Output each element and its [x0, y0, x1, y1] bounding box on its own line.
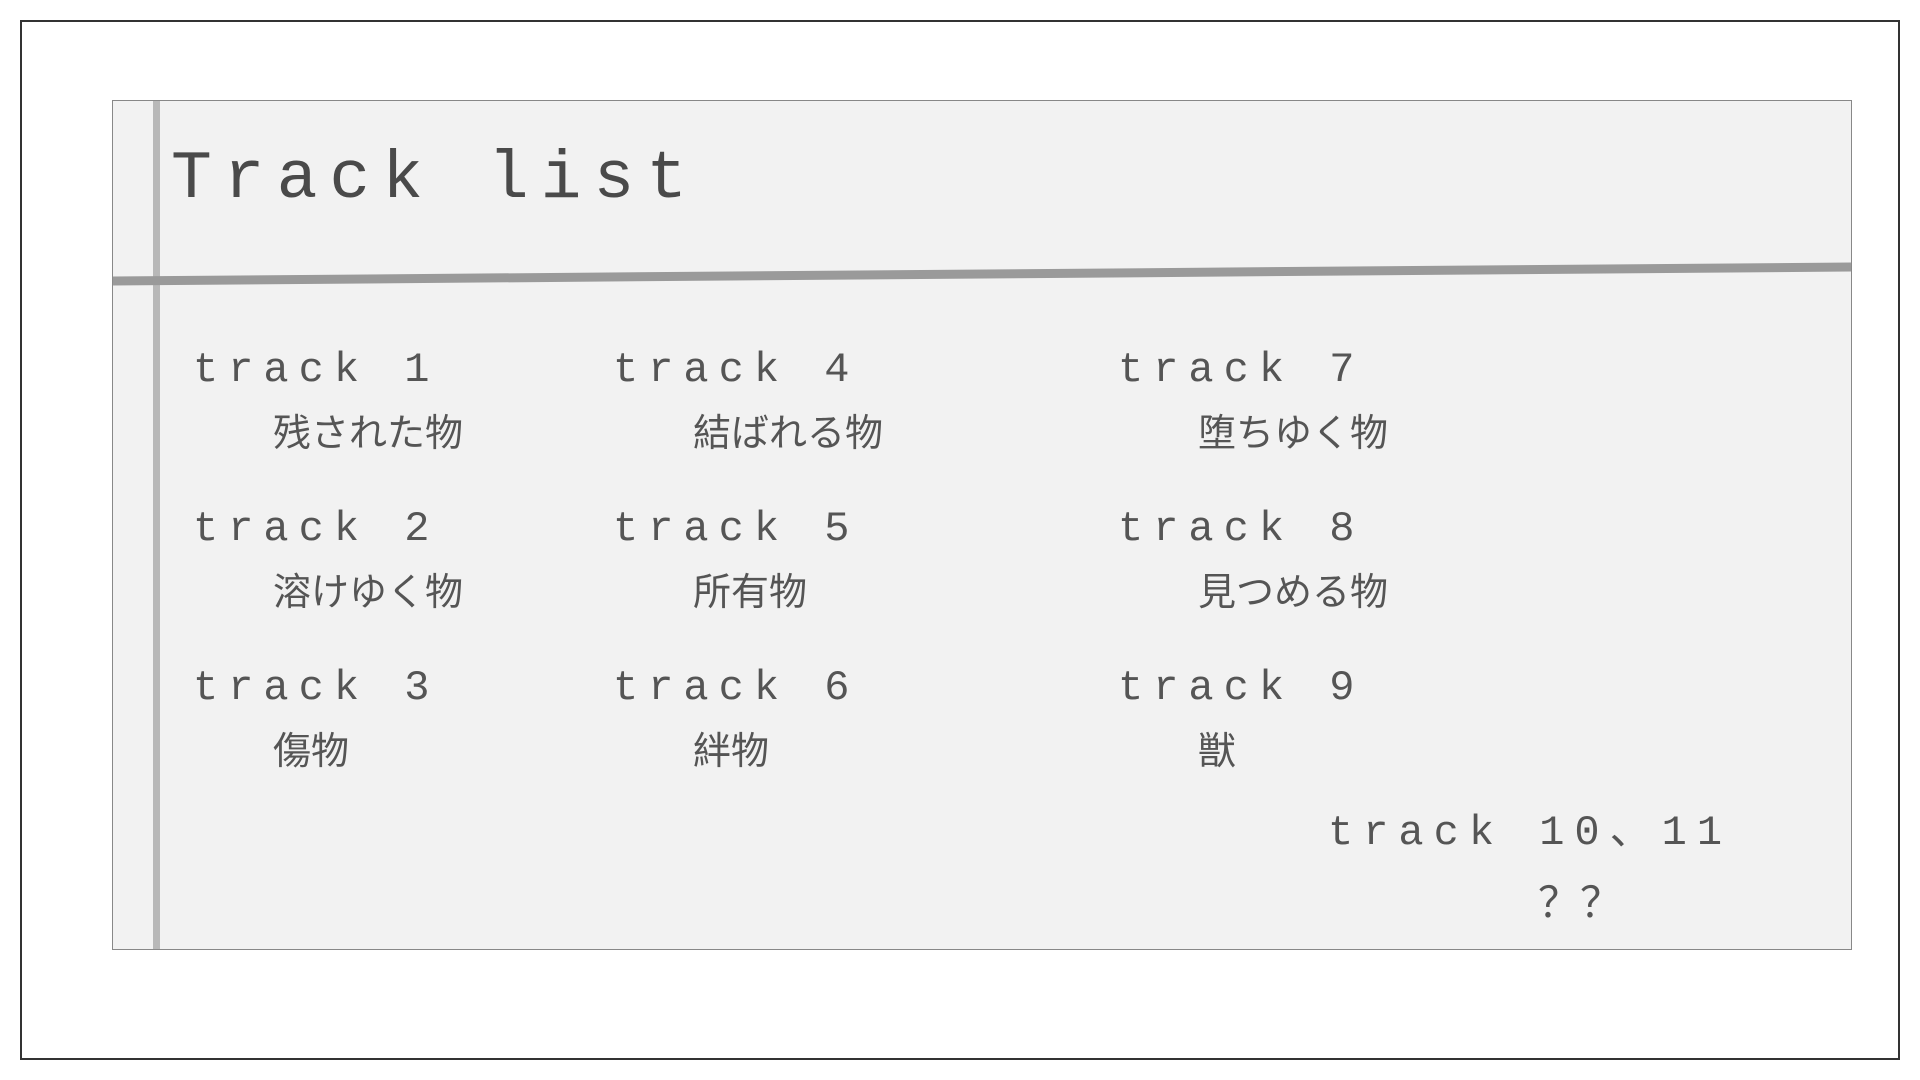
track-name: 絆物	[693, 720, 883, 775]
page-title: Track list	[171, 141, 699, 218]
track-name: 獣	[1198, 720, 1388, 775]
track-label: track 5	[613, 505, 883, 553]
track-item: track 6 絆物	[613, 664, 883, 775]
track-item: track 9 獣	[1118, 664, 1388, 775]
track-extra-name: ？？	[1538, 869, 1732, 930]
track-item: track 1 残された物	[193, 346, 463, 457]
track-name: 残された物	[273, 402, 463, 457]
track-item: track 7 堕ちゆく物	[1118, 346, 1388, 457]
track-item: track 2 溶けゆく物	[193, 505, 463, 616]
track-extra: track 10、11 ？？	[1328, 796, 1732, 930]
horizontal-divider	[113, 259, 1851, 289]
track-label: track 1	[193, 346, 463, 394]
track-item: track 5 所有物	[613, 505, 883, 616]
track-label: track 8	[1118, 505, 1388, 553]
track-label: track 9	[1118, 664, 1388, 712]
track-column-3: track 7 堕ちゆく物 track 8 見つめる物 track 9 獣	[1118, 346, 1388, 823]
content-panel: Track list track 1 残された物 track 2 溶けゆく物 t…	[112, 100, 1852, 950]
track-name: 傷物	[273, 720, 463, 775]
track-column-1: track 1 残された物 track 2 溶けゆく物 track 3 傷物	[193, 346, 463, 823]
track-name: 結ばれる物	[693, 402, 883, 457]
track-name: 堕ちゆく物	[1198, 402, 1388, 457]
track-label: track 7	[1118, 346, 1388, 394]
track-item: track 8 見つめる物	[1118, 505, 1388, 616]
slide-frame: Track list track 1 残された物 track 2 溶けゆく物 t…	[20, 20, 1900, 1060]
track-label: track 4	[613, 346, 883, 394]
track-name: 見つめる物	[1198, 561, 1388, 616]
tracks-container: track 1 残された物 track 2 溶けゆく物 track 3 傷物 t…	[113, 346, 1851, 949]
track-column-2: track 4 結ばれる物 track 5 所有物 track 6 絆物	[613, 346, 883, 823]
track-item: track 4 結ばれる物	[613, 346, 883, 457]
track-extra-label: track 10、11	[1328, 796, 1732, 857]
track-label: track 2	[193, 505, 463, 553]
track-name: 所有物	[693, 561, 883, 616]
track-label: track 3	[193, 664, 463, 712]
track-item: track 3 傷物	[193, 664, 463, 775]
track-label: track 6	[613, 664, 883, 712]
track-name: 溶けゆく物	[273, 561, 463, 616]
